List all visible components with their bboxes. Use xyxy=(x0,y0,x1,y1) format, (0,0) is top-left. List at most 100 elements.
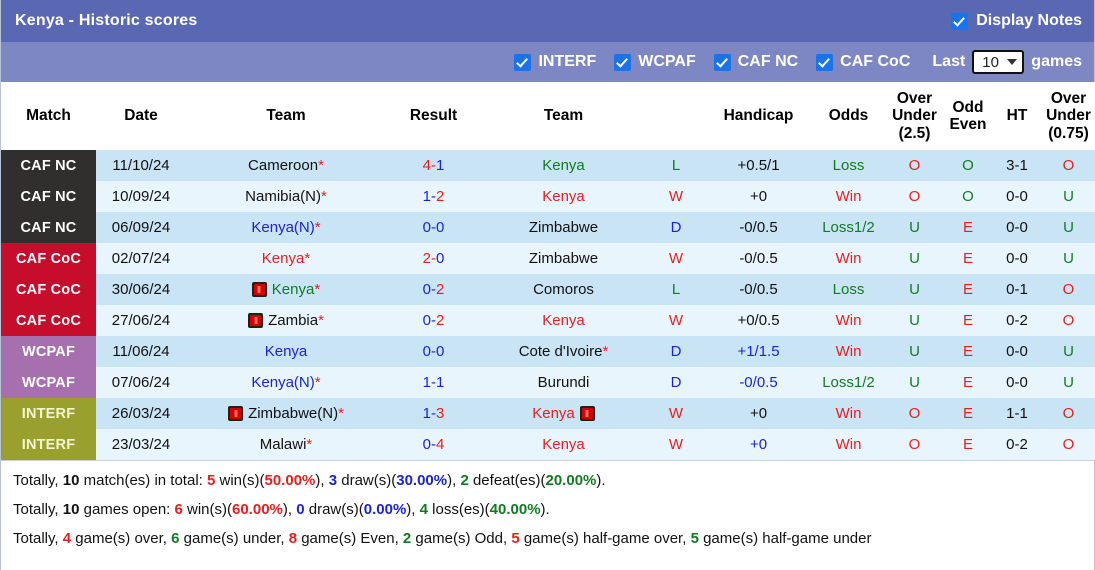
away-team-cell[interactable]: Kenya xyxy=(481,429,646,460)
home-score: 2 xyxy=(422,250,431,267)
home-team-cell[interactable]: Kenya* xyxy=(186,274,386,305)
home-team-cell[interactable]: Kenya(N)* xyxy=(186,212,386,243)
away-score: 1 xyxy=(436,157,445,174)
away-team-cell[interactable]: Zimbabwe xyxy=(481,243,646,274)
filter-wcpaf-checkbox[interactable] xyxy=(614,53,632,71)
home-advantage-star: * xyxy=(602,343,609,360)
summary-ou-seg-2: game(s) over, xyxy=(71,529,172,547)
red-card-icon xyxy=(251,282,267,297)
over-under-075-value: O xyxy=(1041,398,1095,429)
handicap-value: -0/0.5 xyxy=(706,243,811,274)
table-row[interactable]: CAF NC 10/09/24 Namibia(N)* 1-2 Kenya W +0 Win O… xyxy=(1,181,1095,212)
away-team-cell[interactable]: Kenya xyxy=(481,150,646,181)
display-notes-toggle[interactable]: Display Notes xyxy=(951,12,1082,30)
table-row[interactable]: CAF NC 06/09/24 Kenya(N)* 0-0 Zimbabwe D -0/0.… xyxy=(1,212,1095,243)
table-row[interactable]: INTERF 26/03/24 Zimbabwe(N)* 1-3 Kenya W +0 Win… xyxy=(1,398,1095,429)
filter-wcpaf[interactable]: WCPAF xyxy=(614,53,696,71)
home-advantage-star: * xyxy=(321,188,327,205)
team-name: Kenya xyxy=(532,405,575,422)
match-competition-badge[interactable]: INTERF xyxy=(1,429,96,460)
filter-caf-coc[interactable]: CAF CoC xyxy=(816,53,910,71)
home-team-cell[interactable]: Kenya xyxy=(186,336,386,367)
home-team-cell[interactable]: Namibia(N)* xyxy=(186,181,386,212)
filter-caf-coc-checkbox[interactable] xyxy=(816,53,834,71)
match-competition-badge[interactable]: CAF NC xyxy=(1,212,96,243)
away-score: 4 xyxy=(436,436,445,453)
home-score: 0 xyxy=(422,281,431,298)
match-competition-badge[interactable]: INTERF xyxy=(1,398,96,429)
filter-caf-nc-checkbox[interactable] xyxy=(713,53,731,71)
summary-ou-seg-8: game(s) Odd, xyxy=(411,529,512,547)
home-team-cell[interactable]: Kenya* xyxy=(186,243,386,274)
home-advantage-star: * xyxy=(314,374,321,391)
win-draw-loss: W xyxy=(646,305,706,336)
half-time-score: 0-0 xyxy=(993,243,1041,274)
odds-result: Loss xyxy=(811,274,886,305)
match-result: 0-2 xyxy=(386,274,481,305)
away-team-cell[interactable]: Cote d'Ivoire* xyxy=(481,336,646,367)
summary-open-seg-5: 60.00% xyxy=(232,500,283,518)
home-advantage-star: * xyxy=(318,157,324,174)
summary-line-ou: Totally, 4 game(s) over, 6 game(s) under… xyxy=(11,525,1084,554)
match-date: 11/06/24 xyxy=(96,336,186,367)
table-row[interactable]: WCPAF 11/06/24 Kenya 0-0 Cote d'Ivoire* D +1/1… xyxy=(1,336,1095,367)
match-competition-badge[interactable]: WCPAF xyxy=(1,336,96,367)
table-row[interactable]: CAF NC 11/10/24 Cameroon* 4-1 Kenya L +0.5/1 Lo… xyxy=(1,150,1095,181)
match-competition-badge[interactable]: CAF NC xyxy=(1,150,96,181)
games-count-select[interactable]: 10 xyxy=(972,50,1025,74)
handicap-value: +0 xyxy=(706,398,811,429)
red-card-icon xyxy=(579,406,595,421)
summary-ou-seg-10: game(s) half-game over, xyxy=(519,529,691,547)
team-name: Kenya xyxy=(271,281,315,298)
filter-interf-label: INTERF xyxy=(538,53,597,70)
col-handicap: Handicap xyxy=(706,82,811,150)
summary-open-seg-10: ), xyxy=(406,500,420,518)
handicap-value: +0.5/1 xyxy=(706,150,811,181)
over-under-25-value: O xyxy=(886,398,943,429)
odds-result: Win xyxy=(811,243,886,274)
filter-interf-checkbox[interactable] xyxy=(514,53,532,71)
filter-interf[interactable]: INTERF xyxy=(514,53,596,71)
home-score: 0 xyxy=(422,312,431,329)
col-odd-even: Odd Even xyxy=(943,82,993,150)
away-team-cell[interactable]: Kenya xyxy=(481,305,646,336)
summary-open-seg-14: ). xyxy=(540,500,550,518)
home-team-cell[interactable]: Zambia* xyxy=(186,305,386,336)
table-row[interactable]: CAF CoC 27/06/24 Zambia* 0-2 Kenya W +0/0.5 Win… xyxy=(1,305,1095,336)
away-team-cell[interactable]: Comoros xyxy=(481,274,646,305)
display-notes-checkbox[interactable] xyxy=(951,12,969,30)
away-team-cell[interactable]: Kenya xyxy=(481,181,646,212)
table-row[interactable]: CAF CoC 30/06/24 Kenya* 0-2 Comoros L -0/0.5 Lo… xyxy=(1,274,1095,305)
match-competition-badge[interactable]: CAF CoC xyxy=(1,243,96,274)
win-draw-loss: W xyxy=(646,243,706,274)
table-body: CAF NC 11/10/24 Cameroon* 4-1 Kenya L +0.5/1 Lo… xyxy=(1,150,1095,460)
match-competition-badge[interactable]: CAF CoC xyxy=(1,305,96,336)
summary-matches-seg-12: defeat(es)( xyxy=(468,472,546,489)
away-team-cell[interactable]: Zimbabwe xyxy=(481,212,646,243)
filter-caf-nc[interactable]: CAF NC xyxy=(713,53,798,71)
handicap-value: +1/1.5 xyxy=(706,336,811,367)
win-draw-loss: W xyxy=(646,398,706,429)
match-competition-badge[interactable]: CAF NC xyxy=(1,181,96,212)
away-team-cell[interactable]: Burundi xyxy=(481,367,646,398)
over-under-075-value: U xyxy=(1041,212,1095,243)
away-team-cell[interactable]: Kenya xyxy=(481,398,646,429)
summary-open-seg-0: Totally, xyxy=(13,500,63,518)
table-row[interactable]: CAF CoC 02/07/24 Kenya* 2-0 Zimbabwe W -0/0.5 W… xyxy=(1,243,1095,274)
home-team-cell[interactable]: Kenya(N)* xyxy=(186,367,386,398)
home-team-cell[interactable]: Malawi* xyxy=(186,429,386,460)
match-result: 1-1 xyxy=(386,367,481,398)
summary-open-seg-2: games open: xyxy=(79,500,175,518)
table-row[interactable]: INTERF 23/03/24 Malawi* 0-4 Kenya W +0 Win O E 0-2… xyxy=(1,429,1095,460)
home-team-cell[interactable]: Cameroon* xyxy=(186,150,386,181)
home-team-cell[interactable]: Zimbabwe(N)* xyxy=(186,398,386,429)
match-competition-badge[interactable]: CAF CoC xyxy=(1,274,96,305)
summary-matches-seg-4: win(s)( xyxy=(215,472,265,489)
summary-open-seg-8: draw(s)( xyxy=(304,500,364,518)
odd-even-value: O xyxy=(943,150,993,181)
team-name: Kenya xyxy=(542,188,585,205)
match-competition-badge[interactable]: WCPAF xyxy=(1,367,96,398)
table-row[interactable]: WCPAF 07/06/24 Kenya(N)* 1-1 Burundi D -0/0.5 L… xyxy=(1,367,1095,398)
away-score: 2 xyxy=(436,312,445,329)
team-name: Kenya xyxy=(264,343,308,360)
